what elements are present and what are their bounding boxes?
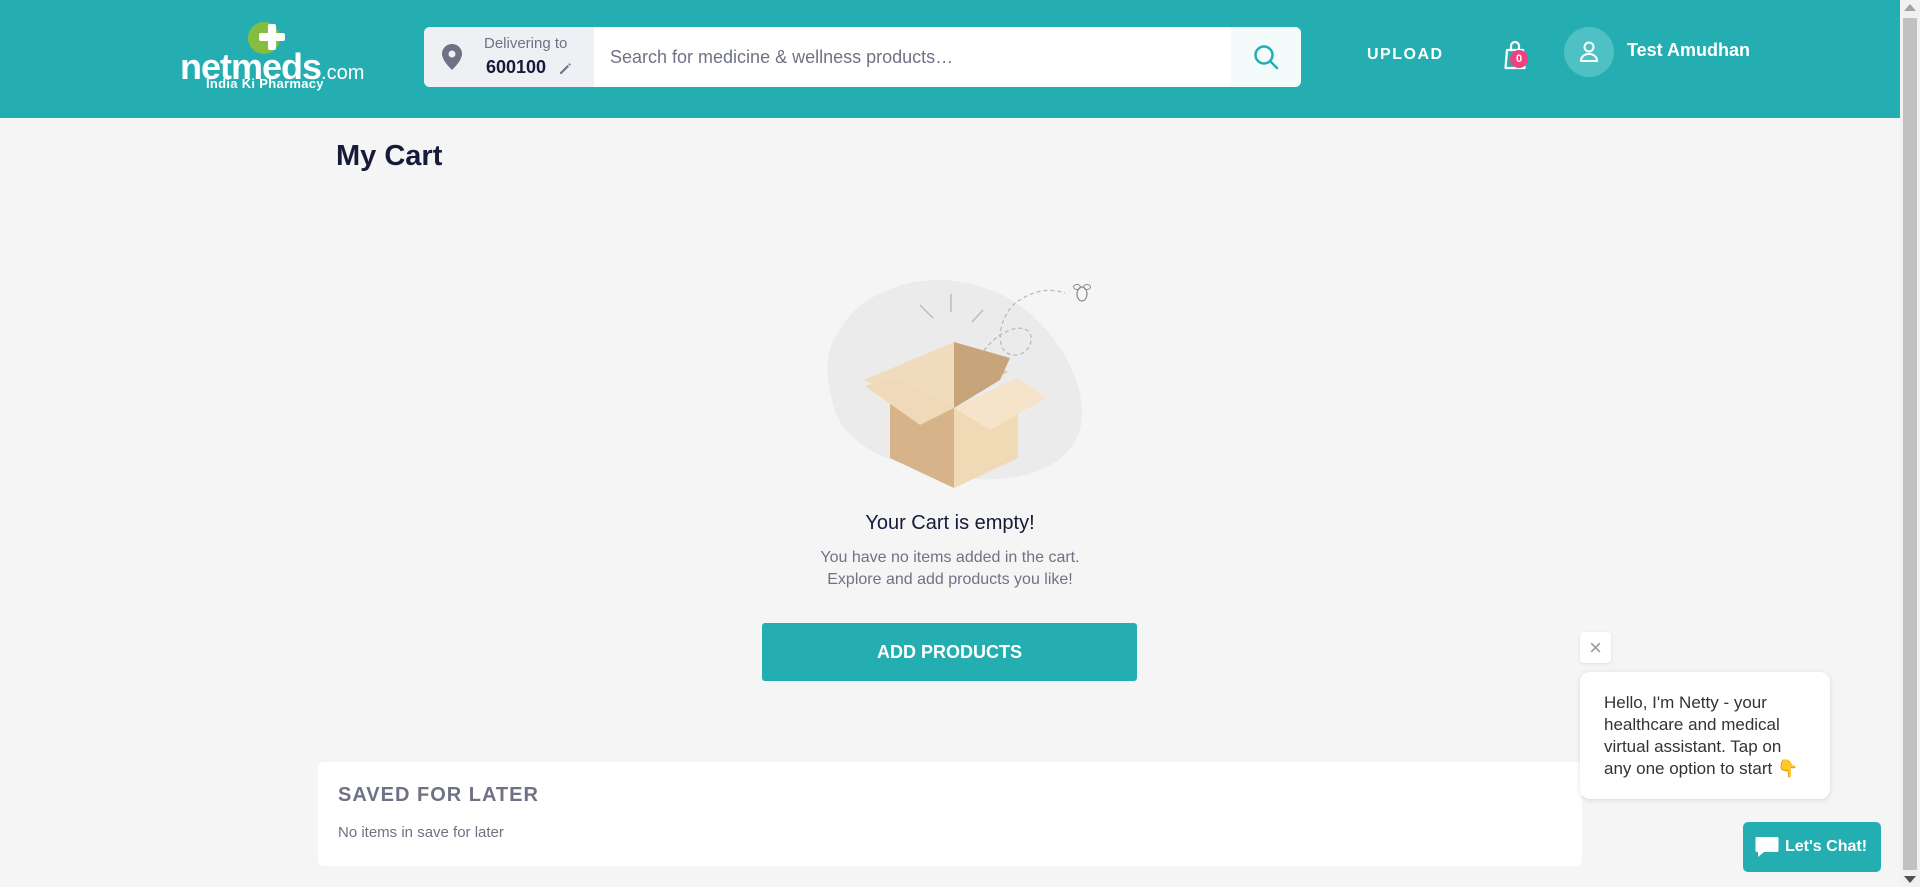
empty-cart-message-line-1: You have no items added in the cart. [820,549,1080,566]
search-bar: Delivering to 600100 [424,27,1301,87]
delivery-pincode: 600100 [486,57,547,77]
user-avatar[interactable] [1564,27,1614,77]
page-title: My Cart [336,140,443,172]
empty-cart-title: Your Cart is empty! [865,512,1035,534]
scrollbar-thumb[interactable] [1903,18,1917,870]
scroll-down-arrow-icon[interactable] [1904,876,1916,883]
saved-for-later-empty-message: No items in save for later [338,824,504,841]
bee-icon [1073,284,1091,302]
search-icon [1254,45,1279,70]
logo-tagline: India Ki Pharmacy [206,76,324,91]
search-input[interactable] [594,27,1250,87]
saved-for-later-section: SAVED FOR LATER No items in save for lat… [318,762,1582,866]
lets-chat-label: Let's Chat! [1785,838,1868,855]
header: netmeds.com India Ki Pharmacy Delivering… [0,0,1900,118]
saved-for-later-title: SAVED FOR LATER [338,784,539,806]
add-products-button[interactable]: ADD PRODUCTS [762,623,1137,681]
delivery-location[interactable]: Delivering to 600100 [424,27,594,87]
cart-count-badge: 0 [1510,50,1528,68]
user-icon [1580,41,1598,62]
chat-greeting-bubble: Hello, I'm Netty - your healthcare and m… [1580,672,1830,799]
edit-pencil-icon[interactable] [558,62,572,76]
empty-box-illustration [827,279,1091,488]
lets-chat-button[interactable]: Let's Chat! [1743,822,1881,872]
location-pin-icon [442,44,462,70]
upload-link[interactable]: UPLOAD [1367,46,1444,64]
search-button[interactable] [1231,27,1301,87]
scroll-up-arrow-icon[interactable] [1904,4,1916,11]
chat-close-button[interactable]: × [1580,632,1611,663]
chat-bubble-icon [1755,837,1779,857]
user-name[interactable]: Test Amudhan [1627,40,1750,61]
empty-cart-message-line-2: Explore and add products you like! [827,571,1073,588]
delivery-label: Delivering to [484,35,568,52]
netmeds-logo[interactable]: netmeds.com India Ki Pharmacy [178,18,364,94]
